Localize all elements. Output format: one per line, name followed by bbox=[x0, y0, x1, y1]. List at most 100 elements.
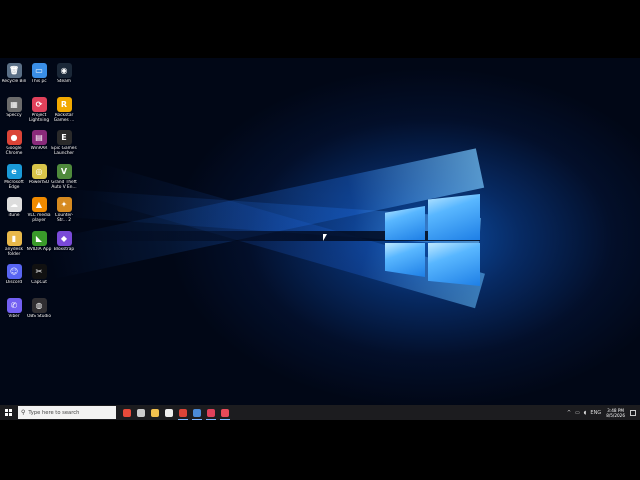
desktop-icon-label: This pc bbox=[31, 79, 47, 84]
desktop-icon[interactable]: ◉ Steam bbox=[50, 63, 78, 93]
desktop-icon-label: OBS Studio bbox=[26, 313, 52, 319]
app-icon: ✂ bbox=[31, 264, 47, 279]
app-icon: ▮ bbox=[6, 230, 22, 246]
file-explorer-icon bbox=[151, 408, 159, 417]
chrome-icon bbox=[179, 408, 187, 417]
taskbar-app-project-lightning[interactable] bbox=[204, 405, 218, 420]
app-icon: ⟳ bbox=[31, 96, 47, 112]
taskbar-app-chrome[interactable] bbox=[176, 405, 190, 420]
desktop-icon-label: itune bbox=[8, 213, 20, 218]
start-button[interactable] bbox=[0, 405, 16, 420]
taskbar-app-store[interactable] bbox=[162, 405, 176, 420]
app-icon: ▲ bbox=[31, 197, 47, 212]
search-icon: ⚲ bbox=[21, 409, 26, 416]
windows-icon bbox=[4, 409, 12, 416]
network-icon[interactable]: ▭ bbox=[575, 410, 580, 416]
logo-pane bbox=[385, 243, 425, 277]
taskbar-app-task-view[interactable] bbox=[134, 405, 148, 420]
desktop-icon[interactable]: ◣ NVIDIA App bbox=[25, 230, 53, 261]
desktop-icon-label: PowerISO bbox=[28, 179, 50, 185]
desktop-icon-label: Speccy bbox=[6, 112, 22, 118]
desktop-icon[interactable]: e Microsoft Edge bbox=[0, 163, 28, 194]
desktop-icon-label: Recycle Bin bbox=[1, 79, 27, 84]
desktop-icon[interactable]: ☺ Discord bbox=[0, 264, 28, 294]
desktop-icon[interactable]: ⟳ Project Lightning bbox=[25, 96, 53, 127]
app-icon: ● bbox=[6, 130, 22, 145]
desktop-icon-label: WinRAR bbox=[30, 146, 48, 151]
taskbar-search-input[interactable]: ⚲ Type here to search bbox=[18, 406, 116, 419]
app-icon: ◉ bbox=[56, 63, 72, 78]
taskbar-app-search-highlight[interactable] bbox=[120, 405, 134, 420]
desktop-icon[interactable]: R Rockstar Games ... bbox=[50, 96, 78, 127]
desktop-icon[interactable]: V Grand Theft Auto V En... bbox=[50, 163, 78, 194]
notification-icon[interactable] bbox=[630, 409, 636, 416]
desktop-icon[interactable]: ◍ OBS Studio bbox=[25, 297, 53, 328]
steam-icon bbox=[193, 408, 201, 417]
desktop-icon[interactable]: ✦ Counter-Str... 2 bbox=[50, 197, 78, 227]
clock[interactable]: 3:48 PM 8/5/2026 bbox=[606, 408, 625, 418]
store-icon bbox=[165, 408, 173, 417]
language-indicator[interactable]: ENG bbox=[590, 410, 601, 416]
app-icon: 🗑 bbox=[6, 63, 22, 78]
app-icon: e bbox=[6, 163, 22, 179]
app-icon: E bbox=[56, 130, 72, 145]
logo-pane bbox=[428, 194, 480, 240]
desktop-icon[interactable]: ◎ PowerISO bbox=[25, 163, 53, 194]
desktop-icon[interactable]: ☁ itune bbox=[0, 197, 28, 227]
app-icon: ◎ bbox=[31, 163, 47, 179]
record-icon bbox=[221, 408, 229, 417]
desktop-icon[interactable]: E Epic Games Launcher bbox=[50, 130, 78, 160]
desktop-wallpaper: 🗑 Recycle Bin ▭ This pc ◉ Steam ▦ Speccy ⟳ Projec… bbox=[0, 58, 640, 420]
desktop-icon[interactable]: ▦ Speccy bbox=[0, 96, 28, 127]
desktop-icon[interactable]: ▤ WinRAR bbox=[25, 130, 53, 160]
app-icon: ▤ bbox=[31, 130, 47, 145]
app-icon: V bbox=[56, 163, 72, 179]
app-icon: ✦ bbox=[56, 197, 72, 212]
app-icon: ◣ bbox=[31, 230, 47, 246]
volume-icon[interactable]: ◖ bbox=[584, 410, 587, 416]
clock-time: 3:48 PM bbox=[607, 407, 625, 413]
desktop-icon-label: Counter-Str... 2 bbox=[54, 213, 74, 223]
search-highlight-icon bbox=[123, 408, 131, 417]
taskbar-apps bbox=[120, 405, 232, 420]
app-icon: ◍ bbox=[31, 297, 47, 313]
logo-pane bbox=[428, 243, 480, 286]
app-icon: ◆ bbox=[56, 230, 72, 246]
app-icon: ▭ bbox=[31, 63, 47, 78]
desktop-icon[interactable]: 🗑 Recycle Bin bbox=[0, 63, 28, 93]
desktop-icon[interactable]: ● Google Chrome bbox=[0, 130, 28, 160]
app-icon: ✆ bbox=[6, 297, 22, 313]
desktop-icon-label: Bloxstrap bbox=[53, 246, 75, 252]
desktop-icon-label: anydesk folder bbox=[5, 246, 23, 257]
desktop-icon[interactable]: ▮ anydesk folder bbox=[0, 230, 28, 261]
taskbar-app-file-explorer[interactable] bbox=[148, 405, 162, 420]
app-icon: ☁ bbox=[6, 197, 22, 212]
desktop-icon-label: Discord bbox=[5, 280, 23, 285]
clock-date: 8/5/2026 bbox=[606, 412, 625, 418]
windows-logo bbox=[385, 194, 481, 286]
project-lightning-icon bbox=[207, 408, 215, 417]
logo-pane bbox=[385, 206, 425, 240]
task-view-icon bbox=[137, 408, 145, 417]
desktop-icon-label: Epic Games Launcher bbox=[51, 146, 77, 156]
desktop-icon-label: Microsoft Edge bbox=[4, 179, 24, 190]
taskbar-app-record[interactable] bbox=[218, 405, 232, 420]
app-icon: R bbox=[56, 96, 72, 112]
desktop-icon[interactable]: ◆ Bloxstrap bbox=[50, 230, 78, 261]
desktop-icon[interactable]: ▭ This pc bbox=[25, 63, 53, 93]
mouse-cursor-icon bbox=[323, 234, 327, 241]
app-icon: ▦ bbox=[6, 96, 22, 112]
desktop-icon-label: Project Lightning bbox=[28, 112, 50, 123]
desktop-icon[interactable]: ✆ Viber bbox=[0, 297, 28, 328]
taskbar-app-steam[interactable] bbox=[190, 405, 204, 420]
system-tray: ^ ▭ ◖ ENG 3:48 PM 8/5/2026 bbox=[565, 405, 640, 420]
desktop-icon-label: Grand Theft Auto V En... bbox=[51, 179, 77, 190]
chevron-up-icon[interactable]: ^ bbox=[567, 410, 571, 416]
desktop-icon[interactable]: ▲ VLC media player bbox=[25, 197, 53, 227]
desktop-icon-label: CapCut bbox=[31, 280, 47, 285]
desktop-icon[interactable]: ✂ CapCut bbox=[25, 264, 53, 294]
desktop-icon-label: NVIDIA App bbox=[26, 246, 52, 252]
app-icon: ☺ bbox=[6, 264, 22, 279]
desktop-icon-label: VLC media player bbox=[27, 213, 51, 223]
search-placeholder: Type here to search bbox=[28, 409, 80, 416]
